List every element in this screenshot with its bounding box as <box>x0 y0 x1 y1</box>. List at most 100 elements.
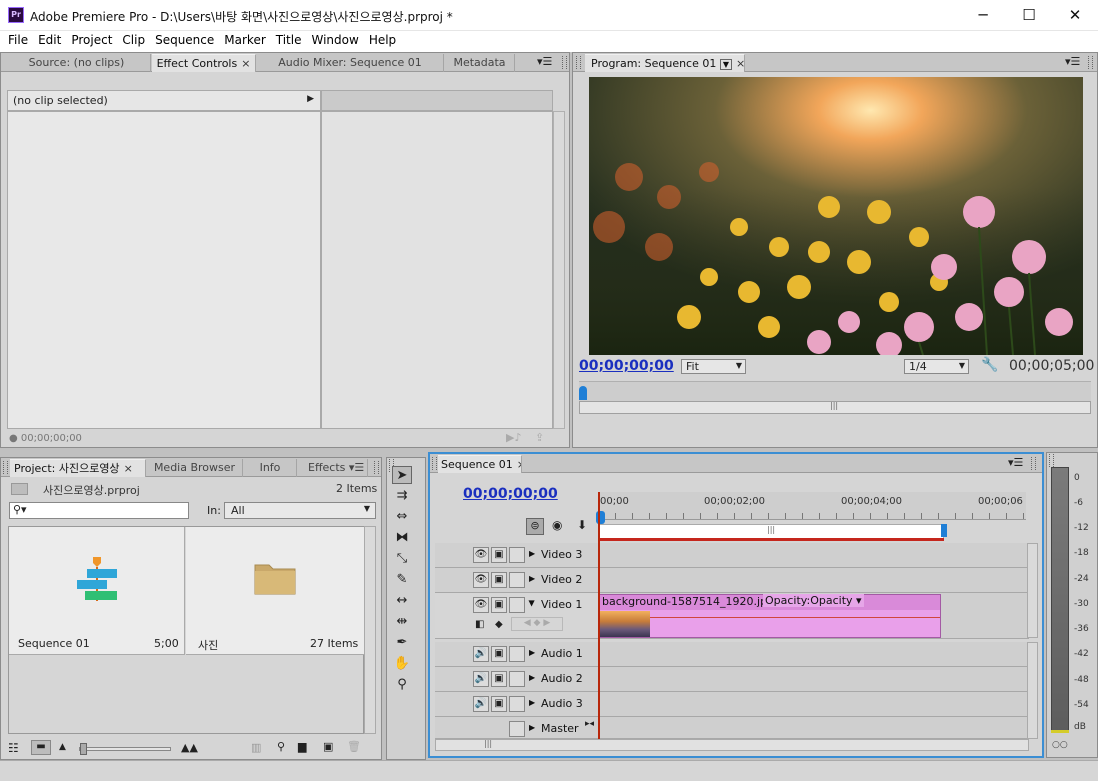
timeline-zoom-bar[interactable]: ||| <box>435 739 1029 751</box>
speaker-icon[interactable]: 🔊 <box>473 696 489 712</box>
tab-info[interactable]: Info <box>244 459 297 477</box>
master-track[interactable]: ▶ Master ▸◂ <box>435 717 1029 739</box>
speaker-icon[interactable]: 🔊 <box>473 646 489 662</box>
sync-lock-icon[interactable]: ▣ <box>491 696 507 712</box>
expand-arrow-icon[interactable]: ▶ <box>307 94 314 104</box>
lock-icon[interactable] <box>509 671 525 687</box>
clip-selector[interactable]: (no clip selected) ▶ <box>7 90 321 111</box>
close-tab-icon[interactable]: × <box>241 57 250 70</box>
selection-tool-icon[interactable]: ➤ <box>392 466 412 484</box>
program-zoom-bar[interactable]: ||| <box>579 401 1091 414</box>
eye-icon[interactable]: 👁 <box>473 572 489 588</box>
lock-icon[interactable] <box>509 721 525 737</box>
panel-menu-icon[interactable]: ▾☰ <box>1065 55 1080 68</box>
close-tab-icon[interactable]: × <box>736 57 744 70</box>
panel-grip-icon[interactable] <box>374 461 379 474</box>
keyframe-navigator[interactable]: ◀ ◆ ▶ <box>511 617 563 631</box>
vertical-scrollbar[interactable] <box>364 526 376 734</box>
export-icon[interactable]: ⇪ <box>535 431 544 444</box>
opacity-line[interactable] <box>600 617 940 618</box>
audio-icon[interactable]: ▶♪ <box>506 431 521 444</box>
resolution-dropdown[interactable]: 1/4 ▼ <box>904 359 969 374</box>
video-2-track[interactable]: 👁 ▣ ▶ Video 2 <box>435 568 1029 593</box>
chevron-down-icon[interactable]: ▼ <box>719 59 733 70</box>
list-view-icon[interactable]: ☷ <box>8 741 19 755</box>
slip-tool-icon[interactable]: ↔ <box>392 592 412 610</box>
menu-title[interactable]: Title <box>271 31 307 50</box>
icon-view-icon[interactable]: ▬ <box>31 740 51 755</box>
minimize-button[interactable]: ─ <box>960 0 1006 31</box>
vertical-scrollbar[interactable] <box>553 111 565 429</box>
menu-marker[interactable]: Marker <box>219 31 270 50</box>
expand-arrow-icon[interactable]: ▶ <box>529 574 535 583</box>
menu-sequence[interactable]: Sequence <box>150 31 219 50</box>
expand-arrow-icon[interactable]: ▶ <box>529 723 535 732</box>
thumbnail-zoom-slider[interactable] <box>79 743 171 755</box>
track-select-tool-icon[interactable]: ⇉ <box>392 487 412 505</box>
zoom-in-icon[interactable]: ▲▲ <box>181 741 198 754</box>
set-encore-marker-icon[interactable]: ◉ <box>552 518 562 532</box>
zoom-slider-handle[interactable] <box>80 743 87 755</box>
expand-arrow-icon[interactable]: ▶ <box>529 673 535 682</box>
lock-icon[interactable] <box>509 696 525 712</box>
panel-grip-icon[interactable] <box>432 457 437 470</box>
menu-help[interactable]: Help <box>364 31 401 50</box>
zoom-out-icon[interactable]: ▲ <box>59 742 66 752</box>
timeline-timecode[interactable]: 00;00;00;00 <box>463 486 558 502</box>
menu-clip[interactable]: Clip <box>117 31 150 50</box>
project-item-folder[interactable]: 사진 27 Items <box>186 527 364 655</box>
lock-icon[interactable] <box>509 597 525 613</box>
panel-grip-icon[interactable] <box>1049 454 1054 467</box>
trash-icon[interactable]: 🗑 <box>347 740 361 753</box>
expand-arrow-icon[interactable]: ▶ <box>529 549 535 558</box>
playhead-marker[interactable] <box>579 386 587 400</box>
work-area-end-handle[interactable] <box>941 524 947 537</box>
pen-tool-icon[interactable]: ✒ <box>392 634 412 652</box>
hand-tool-icon[interactable]: ✋ <box>392 655 412 673</box>
eye-icon[interactable]: 👁 <box>473 547 489 563</box>
video-tracks-scrollbar[interactable] <box>1027 543 1038 638</box>
panel-grip-icon[interactable] <box>576 56 581 69</box>
camera-icon[interactable]: ▣ <box>491 597 507 613</box>
camera-icon[interactable]: ▣ <box>491 572 507 588</box>
panel-grip-icon[interactable] <box>1088 56 1093 69</box>
tab-project[interactable]: Project: 사진으로영상 × <box>10 459 146 477</box>
tab-effects[interactable]: Effects ▾☰ <box>298 459 368 477</box>
program-timecode-current[interactable]: 00;00;00;00 <box>579 358 674 374</box>
close-button[interactable]: ✕ <box>1052 0 1098 31</box>
sync-lock-icon[interactable]: ▣ <box>491 671 507 687</box>
snap-icon[interactable]: ⊜ <box>526 518 544 535</box>
scroll-grip-icon[interactable]: ||| <box>767 525 775 534</box>
close-tab-icon[interactable]: × <box>124 462 133 475</box>
sync-lock-icon[interactable]: ▣ <box>491 646 507 662</box>
scroll-grip-icon[interactable]: ||| <box>484 739 492 748</box>
ripple-edit-tool-icon[interactable]: ⇔ <box>392 508 412 526</box>
panel-grip-icon[interactable] <box>1031 457 1036 470</box>
speaker-icon[interactable]: 🔊 <box>473 671 489 687</box>
program-time-ruler[interactable] <box>579 381 1091 401</box>
razor-tool-icon[interactable]: ✎ <box>392 571 412 589</box>
lock-icon[interactable] <box>509 572 525 588</box>
timeline-ruler[interactable]: 00;00 00;00;02;00 00;00;04;00 00;00;06 <box>598 492 1026 520</box>
menu-project[interactable]: Project <box>66 31 117 50</box>
audio-2-track[interactable]: 🔊 ▣ ▶ Audio 2 <box>435 667 1029 692</box>
panel-grip-icon[interactable] <box>3 461 8 474</box>
add-marker-icon[interactable]: ⬇ <box>577 518 587 532</box>
in-filter-dropdown[interactable]: All ▼ <box>224 502 376 519</box>
slide-tool-icon[interactable]: ⇹ <box>392 613 412 631</box>
tab-sequence-01[interactable]: Sequence 01 × <box>438 455 522 473</box>
new-bin-icon[interactable]: ▆ <box>298 740 306 753</box>
project-item-sequence[interactable]: Sequence 01 5;00 <box>9 527 185 655</box>
expand-arrow-icon[interactable]: ▶ <box>529 648 535 657</box>
new-item-icon[interactable]: ▣ <box>323 740 333 753</box>
clip-effect-dropdown[interactable]: Opacity:Opacity ▾ <box>763 594 864 607</box>
tab-source[interactable]: Source: (no clips) <box>3 54 151 72</box>
tab-metadata[interactable]: Metadata <box>445 54 515 72</box>
scroll-grip-icon[interactable]: ||| <box>830 401 838 410</box>
video-3-track[interactable]: 👁 ▣ ▶ Video 3 <box>435 543 1029 568</box>
eye-icon[interactable]: 👁 <box>473 597 489 613</box>
tab-media-browser[interactable]: Media Browser <box>147 459 243 477</box>
tab-program[interactable]: Program: Sequence 01 ▼ × <box>585 54 745 72</box>
menu-window[interactable]: Window <box>306 31 363 50</box>
audio-3-track[interactable]: 🔊 ▣ ▶ Audio 3 <box>435 692 1029 717</box>
